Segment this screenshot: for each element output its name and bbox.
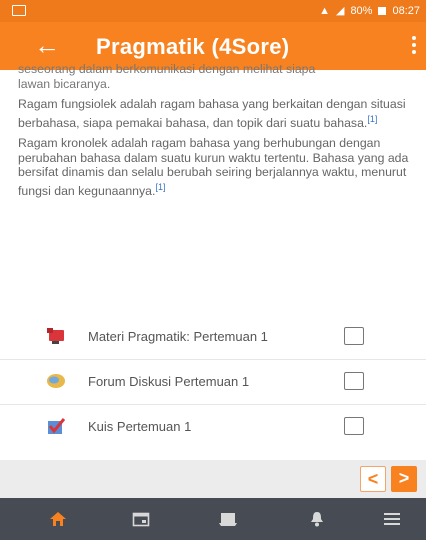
courses-icon[interactable] <box>216 508 240 530</box>
forum-icon <box>47 374 65 388</box>
bottom-navigation <box>0 498 426 540</box>
battery-percent: 80% <box>350 4 373 17</box>
quiz-icon <box>48 418 66 434</box>
battery-icon <box>378 6 387 15</box>
module-description: seseorang dalam berkomunikasi dengan mel… <box>18 62 413 204</box>
activity-list: Materi Pragmatik: Pertemuan 1 Forum Disk… <box>0 315 426 449</box>
section-pager: < > <box>0 460 426 498</box>
footnote-link[interactable]: [1] <box>155 182 165 192</box>
list-item[interactable]: Forum Diskusi Pertemuan 1 <box>0 360 426 405</box>
paragraph-kronolek-text: Ragam kronolek adalah ragam bahasa yang … <box>18 136 409 198</box>
paragraph-kronolek: Ragam kronolek adalah ragam bahasa yang … <box>18 136 413 198</box>
more-menu-icon[interactable] <box>380 508 404 530</box>
calendar-icon[interactable] <box>129 508 153 530</box>
notification-icon <box>12 5 26 16</box>
footnote-link[interactable]: [1] <box>367 114 377 124</box>
paragraph-fungsiolek: Ragam fungsiolek adalah ragam bahasa yan… <box>18 97 413 130</box>
signal-icon: ◢ <box>335 5 345 17</box>
completion-checkbox[interactable] <box>344 327 364 345</box>
activity-label: Forum Diskusi Pertemuan 1 <box>88 374 250 389</box>
activity-label: Materi Pragmatik: Pertemuan 1 <box>88 329 268 344</box>
next-section-button[interactable]: > <box>391 466 417 492</box>
status-bar: ▲ ◢ 80% 08:27 <box>0 0 426 22</box>
previous-section-button[interactable]: < <box>360 466 386 492</box>
list-item[interactable]: Kuis Pertemuan 1 <box>0 405 426 449</box>
paragraph-fungsiolek-text: Ragam fungsiolek adalah ragam bahasa yan… <box>18 97 406 130</box>
slides-icon <box>47 328 64 344</box>
paragraph-partial-line-2: lawan bicaranya. <box>18 76 111 91</box>
clock: 08:27 <box>392 4 420 17</box>
paragraph-partial: seseorang dalam berkomunikasi dengan mel… <box>18 62 413 91</box>
home-icon[interactable] <box>46 508 70 530</box>
activity-label: Kuis Pertemuan 1 <box>88 419 192 434</box>
wifi-icon: ▲ <box>319 4 330 17</box>
overflow-menu-icon[interactable] <box>412 36 416 57</box>
completion-checkbox[interactable] <box>344 417 364 435</box>
list-item[interactable]: Materi Pragmatik: Pertemuan 1 <box>0 315 426 360</box>
paragraph-partial-line-1: seseorang dalam berkomunikasi dengan mel… <box>18 62 316 76</box>
back-arrow-icon[interactable]: ← <box>34 31 60 59</box>
page-title: Pragmatik (4Sore) <box>96 34 290 59</box>
status-indicators: ▲ ◢ 80% 08:27 <box>319 4 420 18</box>
notifications-icon[interactable] <box>305 508 329 530</box>
completion-checkbox[interactable] <box>344 372 364 390</box>
